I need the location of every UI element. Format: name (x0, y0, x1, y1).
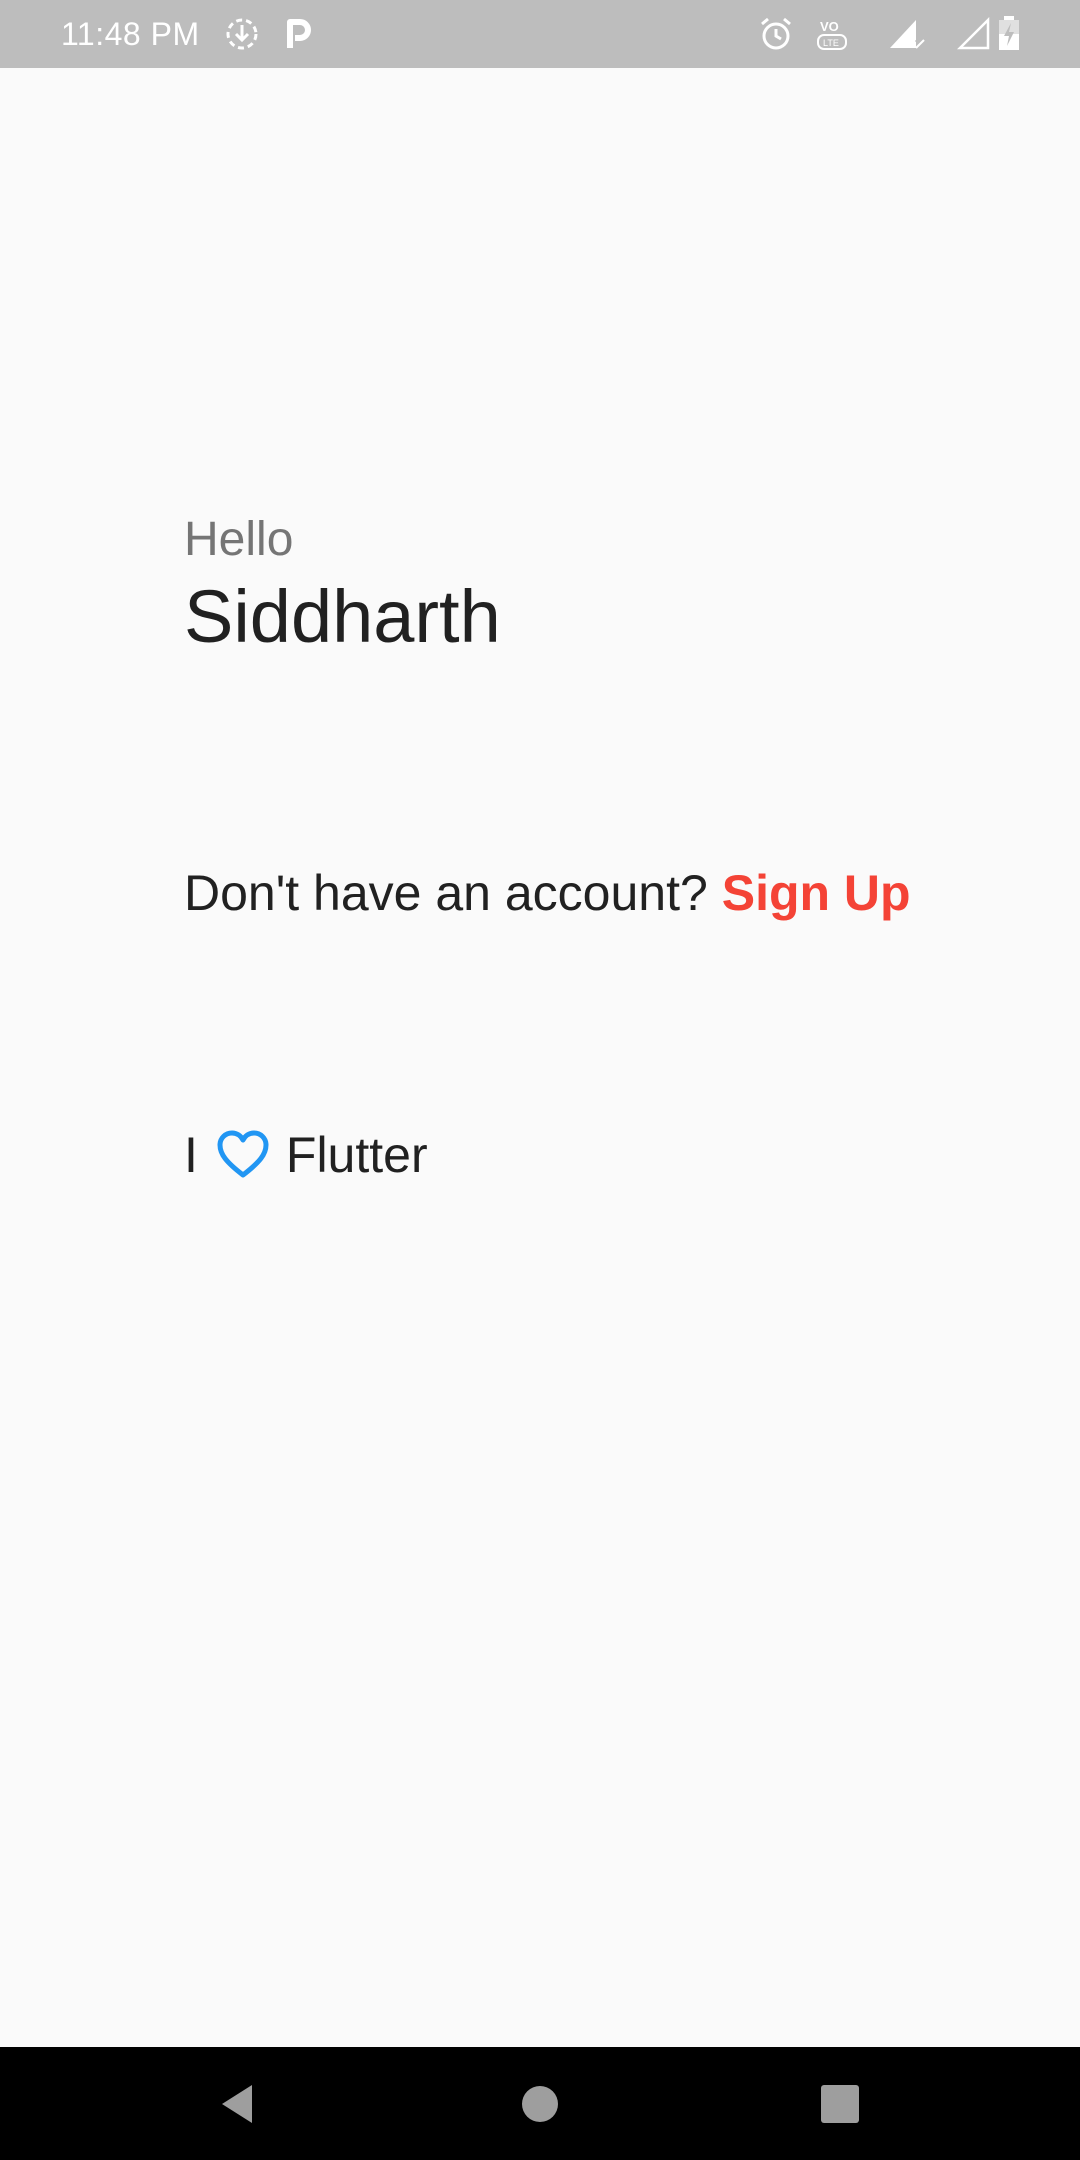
user-name: Siddharth (184, 575, 501, 658)
volte-icon: VO LTE (812, 14, 852, 54)
signal-icon (886, 14, 926, 54)
status-time: 11:48 PM (61, 16, 200, 52)
love-suffix: Flutter (285, 1127, 428, 1183)
alarm-icon (756, 14, 796, 54)
account-prompt-text: Don't have an account? (184, 865, 708, 921)
download-icon (222, 14, 262, 54)
signal-empty-icon (956, 14, 996, 54)
back-icon[interactable] (212, 2077, 266, 2131)
greeting-hello: Hello (184, 513, 294, 566)
account-prompt: Don't have an account? Sign Up (184, 862, 911, 924)
love-flutter-line: I Flutter (184, 1124, 428, 1186)
navigation-bar (0, 2047, 1080, 2160)
svg-text:VO: VO (820, 19, 839, 34)
sign-up-link[interactable]: Sign Up (722, 865, 911, 921)
svg-text:LTE: LTE (823, 38, 839, 48)
home-icon[interactable] (513, 2077, 567, 2131)
battery-charging-icon (994, 14, 1024, 54)
recents-icon[interactable] (813, 2077, 867, 2131)
app-screen: 11:48 PM VO LTE Hello Siddharth Don't ha… (0, 0, 1080, 2160)
status-bar: 11:48 PM VO LTE (0, 0, 1080, 68)
parking-icon (278, 14, 318, 54)
heart-outline-icon (216, 1128, 270, 1182)
love-prefix: I (184, 1127, 198, 1183)
